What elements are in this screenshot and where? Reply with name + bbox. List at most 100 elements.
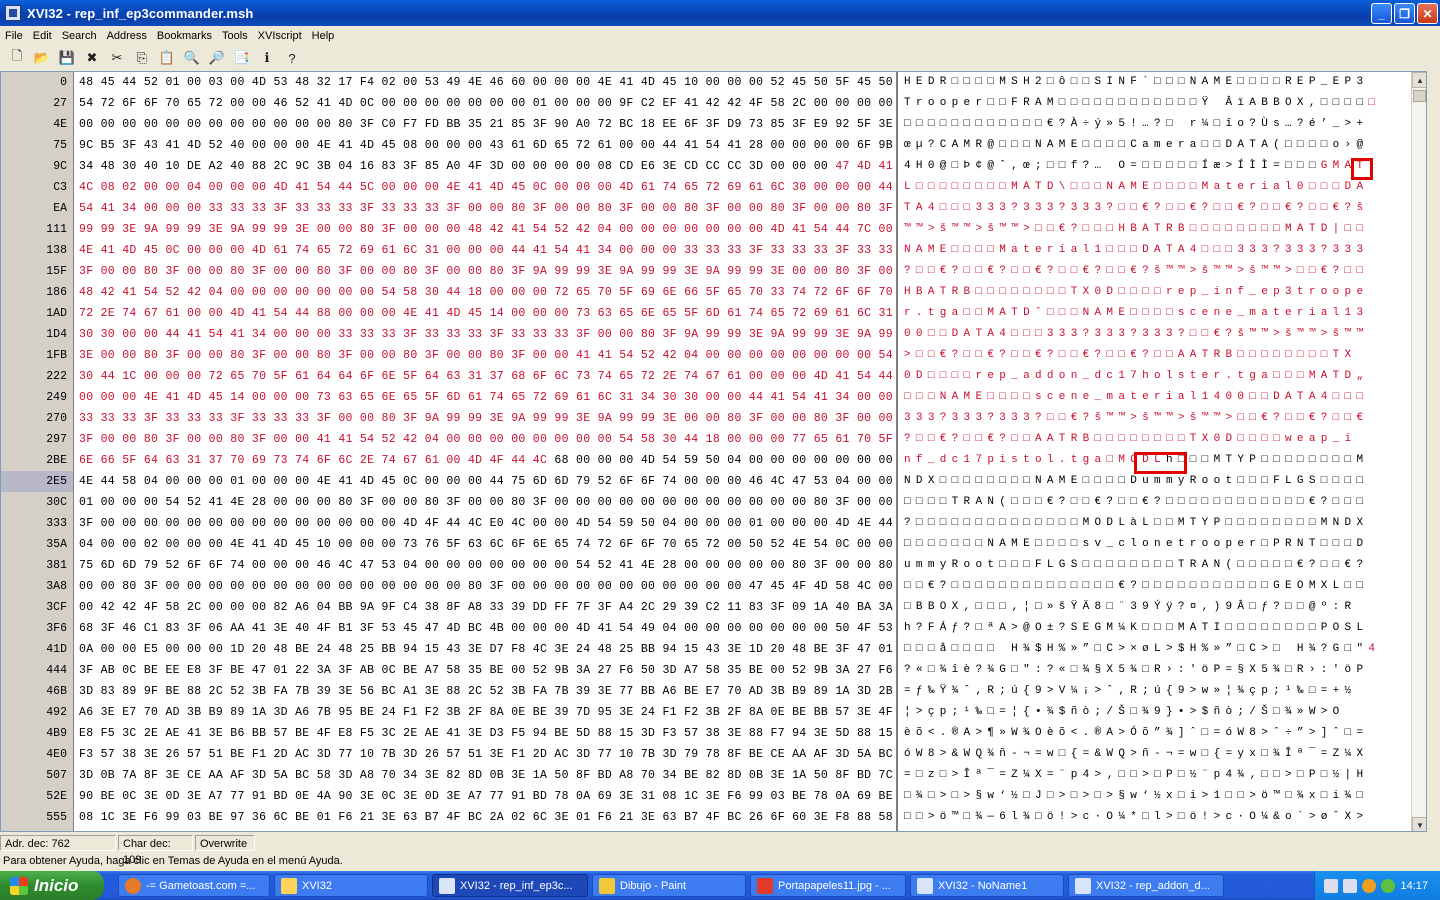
task-xvi32-rep-addon[interactable]: XVI32 - rep_addon_d... xyxy=(1068,874,1224,897)
hex-row[interactable]: 54 72 6F 6F 70 65 72 00 00 46 52 41 4D 0… xyxy=(76,93,896,114)
text-row[interactable]: □□□□□□□□□□□□€?À÷ý»5!…?□ r¼□îo?Ùs…?é’_>+ xyxy=(901,114,1411,135)
hex-row[interactable]: 00 00 00 00 00 00 00 00 00 00 00 00 80 3… xyxy=(76,114,896,135)
menu-bookmarks[interactable]: Bookmarks xyxy=(152,30,217,42)
hex-row[interactable]: F3 57 38 3E 26 57 51 BE F1 2D AC 3D 77 1… xyxy=(76,744,896,765)
hex-row[interactable]: 00 00 00 4E 41 4D 45 14 00 00 00 73 63 6… xyxy=(76,387,896,408)
text-row[interactable]: èõ<.®A>¶»W¾Oèõ<.®A>Óõ”¾]ˆ□=óW8>ˆ÷”>]ˆ□= xyxy=(901,723,1411,744)
menu-file[interactable]: File xyxy=(0,30,28,42)
text-row[interactable]: 333?333?333?□□€?š™™>š™™>š™™>□□€?□□€?□□€ xyxy=(901,408,1411,429)
hex-row[interactable]: 75 6D 6D 79 52 6F 6F 74 00 00 00 46 4C 4… xyxy=(76,555,896,576)
text-row[interactable]: □□□□□□□NAME□□□□sv_clonetrooper□PRNT□□□D xyxy=(901,534,1411,555)
title-bar[interactable]: XVI32 - rep_inf_ep3commander.msh _ ❐ ✕ xyxy=(0,0,1440,26)
text-row[interactable]: >□□€?□□€?□□€?□□€?□□€?□□AATRB□□□□□□□□TX xyxy=(901,345,1411,366)
text-row[interactable]: □□□NAME□□□□scene_material1400□□DATA4□□□ xyxy=(901,387,1411,408)
task-gametoast[interactable]: -= Gametoast.com =... xyxy=(118,874,270,897)
text-pane[interactable]: HEDR□□□□MSH2□ô□□SINF`□□□NAME□□□□REP_EP3 T… xyxy=(901,72,1411,831)
menu-tools[interactable]: Tools xyxy=(217,30,253,42)
hex-row[interactable]: 3D 0B 7A 8F 3E CE AA AF 3D 5A BC 58 3D A… xyxy=(76,765,896,786)
hex-row[interactable]: 4E 41 4D 45 0C 00 00 00 4D 61 74 65 72 6… xyxy=(76,240,896,261)
menu-search[interactable]: Search xyxy=(57,30,102,42)
text-row[interactable]: □□□□TRAN(□□□€?□□€?□□€?□□□□□□□□□□□□€?□□□ xyxy=(901,492,1411,513)
find-icon[interactable]: 🔍 xyxy=(181,47,203,69)
text-row[interactable]: óW8>&WQ¾ñ-¬=w□{=&WQ>ñ-¬=w□{=yx□¾Îª¯=Z¼X xyxy=(901,744,1411,765)
help-icon[interactable]: ? xyxy=(281,47,303,69)
menu-help[interactable]: Help xyxy=(307,30,340,42)
hex-row[interactable]: 99 99 3E 9A 99 99 3E 9A 99 99 3E 00 00 8… xyxy=(76,219,896,240)
hex-row[interactable]: 48 45 44 52 01 00 03 00 4D 53 48 32 17 F… xyxy=(76,72,896,93)
hex-row[interactable]: 3E 00 00 80 3F 00 00 80 3F 00 00 80 3F 0… xyxy=(76,345,896,366)
menu-address[interactable]: Address xyxy=(102,30,152,42)
antivirus-icon[interactable] xyxy=(1362,878,1377,893)
info-icon[interactable]: ℹ xyxy=(256,47,278,69)
text-row[interactable]: Trooper□□FRAM□□□□□□□□□□□□Ÿ ÂïABBOX,□□□□□ xyxy=(901,93,1411,114)
hex-row[interactable]: 48 42 41 54 52 42 04 00 00 00 00 00 00 0… xyxy=(76,282,896,303)
text-row[interactable]: □¾□>□>§w‘½□J□>□>□>§w‘½x□i>1□□>ö™□¾x□i¾□ xyxy=(901,786,1411,807)
replace-icon[interactable]: 🔎 xyxy=(206,47,228,69)
text-row[interactable]: □BBOX,□□□‚¦□»šŸÄ8□¨39Ýÿ?¤,)9Â□ƒ?□□@º:R xyxy=(901,597,1411,618)
text-row[interactable]: œµ?CAMR@□□□NAME□□□□Camera□□DATA(□□□□o›@ xyxy=(901,135,1411,156)
paste-icon[interactable]: 📋 xyxy=(156,47,178,69)
text-row[interactable]: HEDR□□□□MSH2□ô□□SINF`□□□NAME□□□□REP_EP3 xyxy=(901,72,1411,93)
text-row[interactable]: HBATRB□□□□□□□□TX0D□□□□rep_inf_ep3troope xyxy=(901,282,1411,303)
text-row[interactable]: 4H0@□Þ¢@ˆ,œ;□□f?… O=□□□□□Íæ>ÍÌÌ=□□□GMAT xyxy=(901,156,1411,177)
hex-row[interactable]: 04 00 00 02 00 00 00 4E 41 4D 45 10 00 0… xyxy=(76,534,896,555)
text-row[interactable]: ?□□€?□□€?□□€?□□€?□□€?š™™>š™™>š™™>□□€?□□ xyxy=(901,261,1411,282)
hex-row[interactable]: 9C B5 3F 43 41 4D 52 40 00 00 00 4E 41 4… xyxy=(76,135,896,156)
scroll-thumb[interactable] xyxy=(1413,90,1426,102)
task-xvi32-folder[interactable]: XVI32 xyxy=(274,874,428,897)
text-row[interactable]: □□□å□□□□ H¾$H%»”□C>×øL>$H%»”□C>□ H¾?G□"4 xyxy=(901,639,1411,660)
text-row[interactable]: □□>ö™□¾—6l¾□ö!>c·O¼*□l>□ö!>c·O¼&o`>øˆX> xyxy=(901,807,1411,828)
text-row[interactable]: L□□□□□□□□MATD\□□□NAME□□□□Material0□□□DA xyxy=(901,177,1411,198)
vertical-scrollbar[interactable]: ▲ ▼ xyxy=(1411,72,1426,831)
hex-row[interactable]: 4E 44 58 04 00 00 00 01 00 00 00 4E 41 4… xyxy=(76,471,896,492)
update-icon[interactable] xyxy=(1381,878,1396,893)
save-icon[interactable]: 💾 xyxy=(56,47,78,69)
maximize-button[interactable]: ❐ xyxy=(1394,3,1415,24)
hex-row[interactable]: 90 BE 0C 3E 0D 3E A7 77 91 BD 0E 4A 90 3… xyxy=(76,786,896,807)
hex-row[interactable]: 3F 00 00 00 00 00 00 00 00 00 00 00 00 0… xyxy=(76,513,896,534)
network-icon[interactable] xyxy=(1324,878,1339,893)
task-xvi32-noname[interactable]: XVI32 - NoName1 xyxy=(910,874,1064,897)
volume-icon[interactable] xyxy=(1343,878,1358,893)
hex-editor[interactable]: 0 27 4E 75 9C C3 EA 111 138 15F 186 1AD 1D4 1FB 222 249… xyxy=(0,71,1427,832)
task-paint[interactable]: Dibujo - Paint xyxy=(592,874,746,897)
menu-xviscript[interactable]: XVIscript xyxy=(253,30,307,42)
text-row[interactable]: h?FÁƒ?□ªA>@O±?SEGM¼K□□□MATI□□□□□□□□POSL xyxy=(901,618,1411,639)
open-folder-icon[interactable]: 📂 xyxy=(31,47,53,69)
text-row[interactable]: TA4□□□333?333?333?□□€?□□€?□□€?□□€?□□€?š xyxy=(901,198,1411,219)
hex-row[interactable]: 00 00 80 3F 00 00 00 00 00 00 00 00 00 0… xyxy=(76,576,896,597)
text-row[interactable]: 00□□DATA4□□□333?333?333?□□€?š™™>š™™>š™™ xyxy=(901,324,1411,345)
hex-row[interactable]: 0A 00 00 E5 00 00 00 1D 20 48 BE 24 48 2… xyxy=(76,639,896,660)
bookmark-icon[interactable]: 📑 xyxy=(231,47,253,69)
hex-row[interactable]: 72 2E 74 67 61 00 00 4D 41 54 44 88 00 0… xyxy=(76,303,896,324)
hex-row[interactable]: 08 1C 3E F6 99 03 BE 97 36 6C BE 01 F6 2… xyxy=(76,807,896,828)
hex-row[interactable]: 34 48 30 40 10 DE A2 40 88 2C 9C 3B 04 1… xyxy=(76,156,896,177)
close-button[interactable]: ✕ xyxy=(1417,3,1438,24)
hex-row[interactable]: 3F 00 00 80 3F 00 00 80 3F 00 00 41 41 5… xyxy=(76,429,896,450)
text-row[interactable]: 0D□□□□rep_addon_dc17holster.tga□□□MATD„ xyxy=(901,366,1411,387)
hex-row[interactable]: 54 41 34 00 00 00 33 33 33 3F 33 33 33 3… xyxy=(76,198,896,219)
text-row[interactable]: =□z□>Îª¯=Z¼X=¨p4>‚□□>□P□½¨p4¾‚□□>□P□½|H xyxy=(901,765,1411,786)
text-row[interactable]: NAME□□□□Material1□□□DATA4□□□333?333?333 xyxy=(901,240,1411,261)
hex-row[interactable]: E8 F5 3C 2E AE 41 3E B6 BB 57 BE 4F E8 F… xyxy=(76,723,896,744)
text-row[interactable]: ?«□¾îè?¾G□":?«□¾§X5¾□R›:'öP=§X5¾□R›:'öP xyxy=(901,660,1411,681)
clock[interactable]: 14:17 xyxy=(1400,880,1428,892)
text-row[interactable]: r.tga□□MATDˆ□□□NAME□□□□scene_material13 xyxy=(901,303,1411,324)
scroll-down-icon[interactable]: ▼ xyxy=(1412,817,1426,831)
copy-icon[interactable]: ⎘ xyxy=(131,47,153,69)
hex-row[interactable]: 68 3F 46 C1 83 3F 06 AA 41 3E 40 4F B1 3… xyxy=(76,618,896,639)
hex-row[interactable]: 6E 66 5F 64 63 31 37 70 69 73 74 6F 6C 2… xyxy=(76,450,896,471)
start-button[interactable]: Inicio xyxy=(0,871,104,900)
cut-icon[interactable]: ✂ xyxy=(106,47,128,69)
text-row[interactable]: ummyRoot□□□FLGS□□□□□□□□TRAN(□□□□□€?□□€? xyxy=(901,555,1411,576)
text-row[interactable]: ?□□□□□□□□□□□□□□MODLàL□□MTYP□□□□□□□□MNDX xyxy=(901,513,1411,534)
minimize-button[interactable]: _ xyxy=(1371,3,1392,24)
hex-row[interactable]: 3F 00 00 80 3F 00 00 80 3F 00 00 80 3F 0… xyxy=(76,261,896,282)
hex-pane[interactable]: 48 45 44 52 01 00 03 00 4D 53 48 32 17 F… xyxy=(76,72,898,831)
text-row[interactable]: ¦>çp­;¹‰□=¦{•¾$ñò;/Š□¾9}•>$ñò;/Š□¾»W>O xyxy=(901,702,1411,723)
text-row[interactable]: nf_dc17pistol.tga□MODLh□□□MTYP□□□□□□□□M xyxy=(901,450,1411,471)
close-x-icon[interactable]: ✖ xyxy=(81,47,103,69)
text-row[interactable]: ™™>š™™>š™™>□□€?□□□HBATRB□□□□□□□□MATD|□□ xyxy=(901,219,1411,240)
hex-row[interactable]: 30 30 00 00 44 41 54 41 34 00 00 00 33 3… xyxy=(76,324,896,345)
hex-row[interactable]: 4C 08 02 00 00 04 00 00 00 4D 41 54 44 5… xyxy=(76,177,896,198)
